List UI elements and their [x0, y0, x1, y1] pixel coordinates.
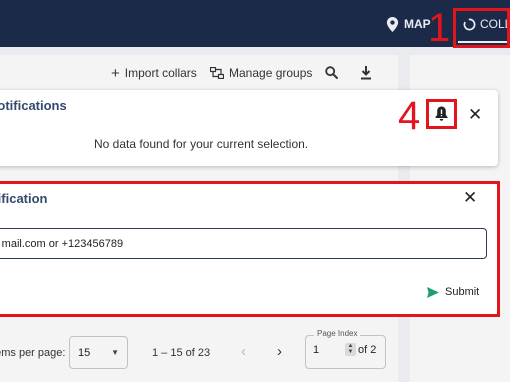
bell-alert-icon[interactable] — [435, 106, 448, 121]
import-collars-button[interactable]: + Import collars — [111, 63, 197, 83]
manage-groups-button[interactable]: Manage groups — [210, 63, 312, 83]
search-icon[interactable] — [325, 66, 338, 79]
dialog-close-icon[interactable]: ✕ — [463, 189, 477, 206]
page-total: of 2 — [358, 344, 377, 356]
dialog-title: Notification — [0, 191, 48, 206]
import-collars-label: Import collars — [124, 66, 197, 80]
submit-label: Submit — [445, 286, 480, 298]
download-icon[interactable] — [360, 66, 372, 80]
plus-icon: + — [111, 64, 120, 82]
manage-groups-label: Manage groups — [229, 66, 313, 80]
page-index-value: 1 — [313, 344, 320, 356]
nav-map-label: MAP — [404, 17, 431, 31]
notifications-title: Notifications — [0, 98, 67, 113]
chevron-left-icon[interactable]: ‹ — [241, 344, 246, 359]
map-pin-icon — [386, 16, 399, 32]
chevron-right-icon[interactable]: › — [277, 344, 282, 359]
notifications-card — [0, 90, 498, 166]
rows-per-page-label: Items per page: — [0, 347, 66, 359]
chevron-down-icon: ▼ — [111, 348, 119, 357]
page-spinner-icon[interactable]: ▲ ▼ — [345, 343, 356, 356]
annotation-box-collars — [453, 8, 510, 48]
notifications-empty-message: No data found for your current selection… — [94, 137, 309, 151]
send-icon — [427, 286, 439, 298]
contact-input[interactable] — [0, 228, 487, 259]
manage-groups-icon — [210, 67, 224, 79]
annotation-number-4: 4 — [398, 94, 421, 138]
pagination-range: 1 – 15 of 23 — [152, 347, 211, 359]
page-index-label: Page Index — [314, 329, 361, 338]
notifications-close-icon[interactable]: ✕ — [468, 106, 482, 123]
rows-per-page-select[interactable]: 15 ▼ — [69, 336, 128, 369]
annotation-number-1: 1 — [428, 6, 451, 50]
rows-per-page-value: 15 — [78, 346, 91, 359]
nav-map-link[interactable]: MAP — [386, 14, 431, 34]
submit-button[interactable]: Submit — [427, 286, 479, 298]
